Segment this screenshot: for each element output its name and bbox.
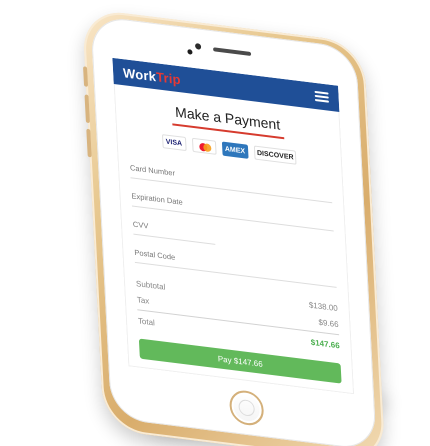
total-label: Total <box>137 315 156 327</box>
payment-form: Make a Payment VISA AMEX DISCOVER Card N… <box>114 84 354 385</box>
logo-trip-text: Trip <box>155 68 182 87</box>
hamburger-menu-icon[interactable] <box>314 90 330 103</box>
volume-button <box>86 128 92 158</box>
amex-card-icon: AMEX <box>221 141 249 159</box>
phone-screen: WorkTrip Make a Payment VISA AMEX DISCOV… <box>112 57 355 395</box>
home-button[interactable] <box>228 388 265 428</box>
menu-line <box>314 90 329 95</box>
total-value: $147.66 <box>310 337 340 350</box>
discover-logo-text: DISCOVER <box>256 149 294 161</box>
subtotal-label: Subtotal <box>135 278 166 292</box>
tax-value: $9.66 <box>318 317 339 329</box>
menu-line <box>314 94 329 99</box>
volume-button <box>83 66 89 87</box>
menu-line <box>314 98 330 103</box>
worktrip-logo[interactable]: WorkTrip <box>123 65 181 87</box>
subtotal-value: $138.00 <box>308 299 338 313</box>
front-camera-icon <box>187 49 193 55</box>
discover-card-icon: DISCOVER <box>253 145 297 165</box>
volume-button <box>84 94 90 124</box>
smartphone-mockup: WorkTrip Make a Payment VISA AMEX DISCOV… <box>82 8 386 446</box>
sensor-dot-icon <box>194 43 202 50</box>
mastercard-card-icon <box>191 137 217 155</box>
speaker-grill <box>213 47 252 57</box>
phone-face: WorkTrip Make a Payment VISA AMEX DISCOV… <box>90 15 377 446</box>
product-mockup-stage: WorkTrip Make a Payment VISA AMEX DISCOV… <box>0 0 430 446</box>
visa-card-icon: VISA <box>161 134 187 152</box>
logo-work-text: Work <box>122 64 157 84</box>
tax-label: Tax <box>136 294 150 306</box>
